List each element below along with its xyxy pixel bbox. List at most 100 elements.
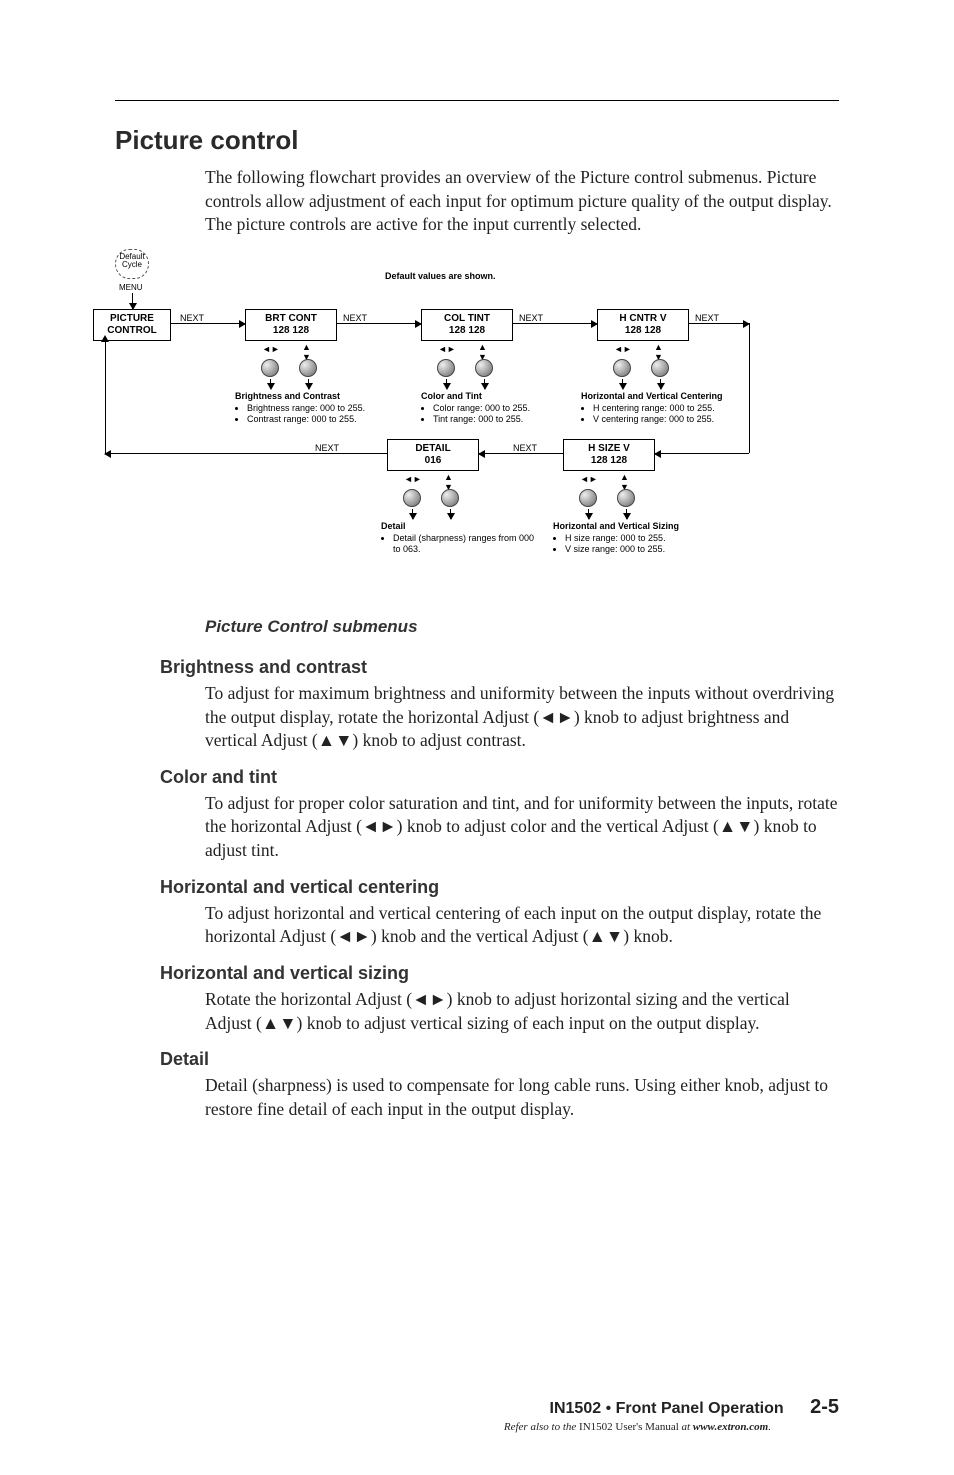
heading-detail: Detail [160, 1049, 839, 1070]
box-hcntr: H CNTR V 128 128 [597, 309, 689, 341]
desc-ctr: Horizontal and Vertical Centering H cent… [581, 391, 781, 426]
desc-siz-b2: V size range: 000 to 255. [565, 544, 743, 555]
desc-siz-b1: H size range: 000 to 255. [565, 533, 743, 544]
footer-product: IN1502 [550, 1400, 602, 1417]
p-color: To adjust for proper color saturation an… [205, 792, 839, 863]
arrow-into-hsize [655, 453, 749, 454]
arrow-menu-down [132, 293, 133, 309]
flowchart-caption: Picture Control submenus [205, 617, 839, 637]
footer-refer-at: at [679, 1421, 693, 1433]
knob-h-col [437, 359, 455, 377]
desc-brt-title: Brightness and Contrast [235, 391, 410, 402]
menu-button-glyph: Default Cycle [115, 249, 149, 279]
av10 [626, 509, 627, 519]
av5 [622, 379, 623, 389]
hsize-l1: H SIZE V [588, 443, 630, 454]
knob-h-siz [579, 489, 597, 507]
return-vertical [105, 341, 106, 453]
av4 [484, 379, 485, 389]
arrow-5 [479, 453, 563, 454]
box-detail: DETAIL 016 [387, 439, 479, 471]
path-right-down [749, 323, 750, 453]
desc-siz-title: Horizontal and Vertical Sizing [553, 521, 743, 532]
av3 [446, 379, 447, 389]
lr-icon2: ◄► [438, 344, 456, 354]
box-col-tint: COL TINT 128 128 [421, 309, 513, 341]
footer-refer-prefix: Refer also to the [504, 1421, 579, 1433]
arrow-3 [513, 323, 597, 324]
lr-icon4: ◄► [404, 474, 422, 484]
detail-l1: DETAIL [415, 443, 450, 454]
desc-brt: Brightness and Contrast Brightness range… [235, 391, 410, 426]
arrow-return-h [105, 453, 387, 454]
av7 [412, 509, 413, 519]
return-arrowhead-up [101, 335, 109, 342]
desc-col-b1: Color range: 000 to 255. [433, 403, 576, 414]
lr-icon5: ◄► [580, 474, 598, 484]
footer-refer-suffix: . [768, 1421, 771, 1433]
next-5: NEXT [513, 443, 537, 453]
hcntr-l2: 128 128 [625, 325, 661, 336]
heading-center: Horizontal and vertical centering [160, 877, 839, 898]
detail-l2: 016 [425, 455, 442, 466]
desc-col-b2: Tint range: 000 to 255. [433, 414, 576, 425]
desc-ctr-b1: H centering range: 000 to 255. [593, 403, 781, 414]
desc-col-title: Color and Tint [421, 391, 576, 402]
box-picture-control-text: PICTURE CONTROL [107, 313, 156, 336]
knob-h-brt [261, 359, 279, 377]
desc-det-b1: Detail (sharpness) ranges from 000 to 06… [393, 533, 541, 556]
section-title: Picture control [115, 125, 839, 156]
knob-v-ctr [651, 359, 669, 377]
desc-ctr-b2: V centering range: 000 to 255. [593, 414, 781, 425]
knob-det2 [441, 489, 459, 507]
box-hsize: H SIZE V 128 128 [563, 439, 655, 471]
flowchart-diagram: Default Cycle MENU Default values are sh… [115, 249, 839, 609]
defaults-label: Default values are shown. [385, 271, 496, 281]
next-2: NEXT [343, 313, 367, 323]
intro-paragraph: The following flowchart provides an over… [205, 166, 839, 237]
heading-color: Color and tint [160, 767, 839, 788]
box-brt-cont: BRT CONT 128 128 [245, 309, 337, 341]
next-3: NEXT [519, 313, 543, 323]
col-l2: 128 128 [449, 325, 485, 336]
arrow-2 [337, 323, 421, 324]
av6 [660, 379, 661, 389]
p-center: To adjust horizontal and vertical center… [205, 902, 839, 949]
knob-h-ctr [613, 359, 631, 377]
glyph-l2: Cycle [122, 260, 142, 269]
col-l1: COL TINT [444, 313, 490, 324]
next-4: NEXT [695, 313, 719, 323]
lr-icon: ◄► [262, 344, 280, 354]
desc-siz: Horizontal and Vertical Sizing H size ra… [553, 521, 743, 556]
knob-det1 [403, 489, 421, 507]
next-6: NEXT [315, 443, 339, 453]
footer-chapter: Front Panel Operation [616, 1400, 784, 1417]
desc-col: Color and Tint Color range: 000 to 255. … [421, 391, 576, 426]
arrow-4 [689, 323, 749, 324]
hsize-l2: 128 128 [591, 455, 627, 466]
av8 [450, 509, 451, 519]
av2 [308, 379, 309, 389]
knob-v-siz [617, 489, 635, 507]
desc-brt-b1: Brightness range: 000 to 255. [247, 403, 410, 414]
next-1: NEXT [180, 313, 204, 323]
heading-brightness: Brightness and contrast [160, 657, 839, 678]
av1 [270, 379, 271, 389]
top-rule [115, 100, 839, 101]
desc-ctr-title: Horizontal and Vertical Centering [581, 391, 781, 402]
brt-l1: BRT CONT [265, 313, 317, 324]
p-brightness: To adjust for maximum brightness and uni… [205, 682, 839, 753]
av9 [588, 509, 589, 519]
lr-icon3: ◄► [614, 344, 632, 354]
footer-refer-manual: IN1502 User's Manual [579, 1421, 679, 1433]
heading-sizing: Horizontal and vertical sizing [160, 963, 839, 984]
hcntr-l1: H CNTR V [619, 313, 666, 324]
desc-det-title: Detail [381, 521, 541, 532]
footer-page: 2-5 [788, 1396, 839, 1418]
desc-det: Detail Detail (sharpness) ranges from 00… [381, 521, 541, 556]
brt-l2: 128 128 [273, 325, 309, 336]
p-sizing: Rotate the horizontal Adjust (◄►) knob t… [205, 988, 839, 1035]
menu-label: MENU [119, 283, 143, 292]
footer: IN1502 • Front Panel Operation 2-5 Refer… [115, 1396, 839, 1433]
knob-v-tint [475, 359, 493, 377]
